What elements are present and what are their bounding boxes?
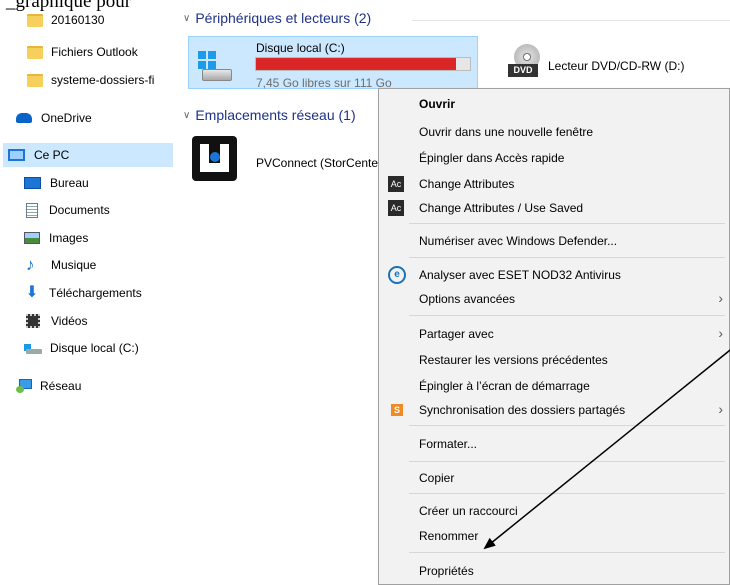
sidebar-item-label: systeme-dossiers-fi	[51, 73, 155, 87]
sidebar-item-label: Ce PC	[34, 148, 70, 162]
sidebar-item-telechargements[interactable]: ⬇ Téléchargements	[24, 281, 142, 305]
change-attributes-icon: Ac	[388, 200, 404, 216]
folder-icon	[27, 45, 43, 59]
sidebar-item-label: Vidéos	[51, 314, 88, 328]
menu-item-creer-raccourci[interactable]: Créer un raccourci	[419, 504, 518, 518]
menu-item-copier[interactable]: Copier	[419, 471, 454, 485]
menu-item-options-avancees[interactable]: Options avancées	[419, 292, 515, 306]
cloud-icon	[16, 113, 32, 123]
menu-item-windows-defender[interactable]: Numériser avec Windows Defender...	[419, 234, 617, 248]
change-attributes-icon: Ac	[388, 176, 404, 192]
chevron-down-icon: ∨	[183, 12, 191, 24]
sidebar-item-systeme-dossiers[interactable]: systeme-dossiers-fi	[27, 68, 154, 92]
network-icon	[16, 379, 32, 393]
sidebar-item-label: Documents	[49, 203, 110, 217]
drive-name[interactable]: Lecteur DVD/CD-RW (D:)	[548, 59, 684, 73]
sidebar-item-label: Images	[49, 231, 89, 245]
pvconnect-icon[interactable]	[192, 136, 237, 181]
drive-name: Disque local (C:)	[256, 41, 345, 55]
submenu-arrow-icon: ›	[718, 325, 723, 341]
menu-item-epingler-acces-rapide[interactable]: Épingler dans Accès rapide	[419, 151, 564, 165]
sync-icon: S	[391, 404, 403, 416]
sidebar-item-musique[interactable]: ♪ Musique	[24, 253, 96, 277]
drive-free-space: 7,45 Go libres sur 111 Go	[256, 76, 392, 90]
menu-item-ouvrir[interactable]: Ouvrir	[419, 97, 455, 111]
chevron-down-icon: ∨	[183, 109, 191, 121]
dvd-drive-icon[interactable]: DVD	[508, 44, 542, 80]
submenu-arrow-icon: ›	[718, 401, 723, 417]
desktop-icon	[24, 177, 41, 189]
sidebar-item-label: Téléchargements	[49, 286, 142, 300]
folder-icon	[27, 13, 43, 27]
menu-item-formater[interactable]: Formater...	[419, 437, 477, 451]
sidebar-item-documents[interactable]: Documents	[24, 198, 110, 222]
section-title: Emplacements réseau (1)	[195, 107, 356, 123]
sidebar-item-20160130[interactable]: 20160130	[27, 8, 104, 32]
dvd-badge: DVD	[508, 64, 538, 77]
menu-item-renommer[interactable]: Renommer	[419, 529, 478, 543]
computer-icon	[8, 149, 25, 161]
menu-item-ouvrir-nouvelle-fenetre[interactable]: Ouvrir dans une nouvelle fenêtre	[419, 125, 593, 139]
menu-item-eset[interactable]: Analyser avec ESET NOD32 Antivirus	[419, 268, 621, 282]
drive-usage-fill	[256, 58, 456, 70]
sidebar-item-disque-local[interactable]: Disque local (C:)	[24, 336, 139, 360]
download-arrow-icon: ⬇	[25, 284, 39, 301]
eset-icon: e	[388, 266, 406, 284]
menu-item-synchronisation[interactable]: Synchronisation des dossiers partagés	[419, 403, 625, 417]
sidebar-item-label: Bureau	[50, 176, 89, 190]
menu-separator	[409, 461, 725, 462]
menu-item-change-attributes[interactable]: Change Attributes	[419, 177, 514, 191]
windows-drive-icon	[198, 51, 232, 85]
menu-item-change-attributes-saved[interactable]: Change Attributes / Use Saved	[419, 201, 583, 215]
folder-icon	[27, 73, 43, 87]
sidebar-item-reseau[interactable]: Réseau	[16, 374, 81, 398]
sidebar-item-bureau[interactable]: Bureau	[24, 171, 89, 195]
sidebar-item-videos[interactable]: Vidéos	[24, 309, 87, 333]
section-divider	[412, 20, 730, 21]
drive-icon	[24, 342, 42, 354]
menu-item-restaurer-versions[interactable]: Restaurer les versions précédentes	[419, 353, 608, 367]
section-title: Périphériques et lecteurs (2)	[195, 10, 372, 26]
video-icon	[26, 314, 40, 328]
sidebar-item-onedrive[interactable]: OneDrive	[16, 106, 92, 130]
sidebar-item-label: OneDrive	[41, 111, 92, 125]
menu-separator	[409, 552, 725, 553]
menu-separator	[409, 223, 725, 224]
menu-separator	[409, 425, 725, 426]
sidebar-item-fichiers-outlook[interactable]: Fichiers Outlook	[27, 40, 138, 64]
navigation-pane: 20160130 Fichiers Outlook systeme-dossie…	[0, 0, 173, 585]
sidebar-item-ce-pc[interactable]: Ce PC	[3, 143, 173, 167]
network-section-header[interactable]: ∨ Emplacements réseau (1)	[183, 107, 356, 123]
context-menu: Ouvrir Ouvrir dans une nouvelle fenêtre …	[378, 88, 730, 585]
menu-separator	[409, 493, 725, 494]
menu-separator	[409, 315, 725, 316]
network-location-name[interactable]: PVConnect (StorCenter)	[256, 156, 386, 170]
submenu-arrow-icon: ›	[718, 290, 723, 306]
document-icon	[26, 202, 38, 218]
menu-item-partager-avec[interactable]: Partager avec	[419, 327, 494, 341]
devices-section-header[interactable]: ∨ Périphériques et lecteurs (2)	[183, 10, 371, 26]
image-icon	[24, 232, 40, 244]
sidebar-item-label: Disque local (C:)	[50, 341, 139, 355]
menu-item-epingler-ecran-demarrage[interactable]: Épingler à l’écran de démarrage	[419, 379, 590, 393]
sidebar-item-label: Fichiers Outlook	[51, 45, 138, 59]
sidebar-item-label: Musique	[51, 258, 97, 272]
drive-usage-bar	[255, 57, 471, 71]
menu-item-proprietes[interactable]: Propriétés	[419, 564, 474, 578]
sidebar-item-label: Réseau	[40, 379, 82, 393]
menu-separator	[409, 257, 725, 258]
sidebar-item-label: 20160130	[51, 13, 105, 27]
sidebar-item-images[interactable]: Images	[24, 226, 88, 250]
music-note-icon: ♪	[26, 255, 35, 274]
